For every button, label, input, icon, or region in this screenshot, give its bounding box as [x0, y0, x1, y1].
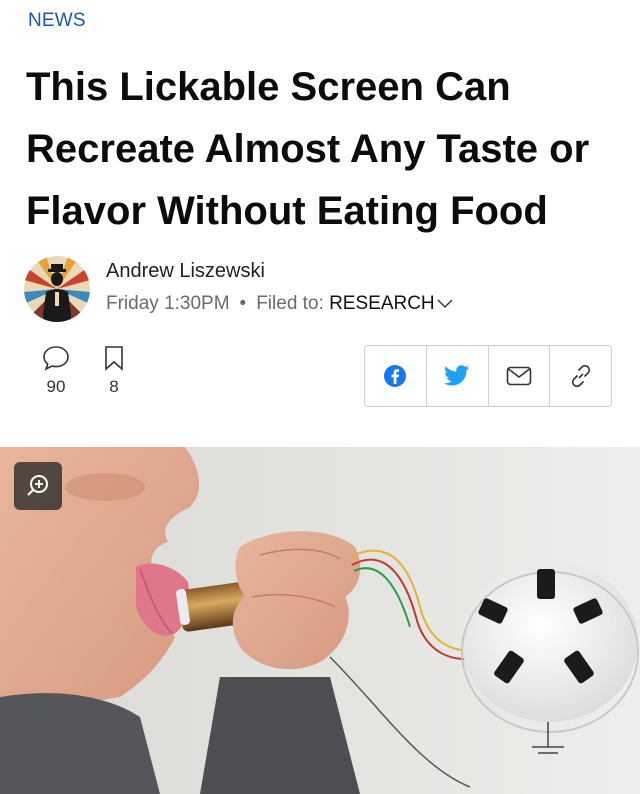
twitter-icon	[444, 365, 470, 386]
bookmark-icon	[105, 346, 123, 371]
copy-link-button[interactable]	[550, 346, 611, 406]
byline: Andrew Liszewski Friday 1:30PM • Filed to:…	[24, 256, 624, 326]
share-email-button[interactable]	[489, 346, 551, 406]
chevron-down-icon[interactable]	[437, 293, 453, 315]
article-hero-image	[0, 447, 640, 794]
author-name[interactable]: Andrew Liszewski	[106, 260, 265, 283]
facebook-icon	[384, 365, 407, 387]
comment-count: 90	[46, 377, 66, 396]
article-title: This Lickable Screen Can Recreate Almost…	[26, 65, 590, 233]
zoom-image-button[interactable]	[14, 462, 62, 510]
article-meta: Friday 1:30PM • Filed to: RESEARCH	[106, 293, 453, 315]
bookmark-count: 8	[109, 377, 119, 396]
section-label[interactable]: NEWS	[28, 10, 86, 32]
author-avatar[interactable]	[24, 256, 90, 322]
share-facebook-button[interactable]	[365, 346, 427, 406]
link-icon	[571, 364, 590, 388]
zoom-in-icon	[27, 475, 48, 496]
comment-icon	[43, 346, 69, 371]
meta-separator: •	[239, 293, 247, 315]
publish-date: Friday 1:30PM	[106, 293, 230, 315]
comments-stat[interactable]: 90	[36, 345, 76, 397]
filed-label: Filed to:	[256, 293, 324, 315]
share-twitter-button[interactable]	[427, 346, 489, 406]
bookmarks-stat[interactable]: 8	[94, 345, 134, 397]
share-bar	[364, 345, 612, 407]
filed-category-link[interactable]: RESEARCH	[329, 293, 435, 314]
email-icon	[506, 366, 532, 386]
